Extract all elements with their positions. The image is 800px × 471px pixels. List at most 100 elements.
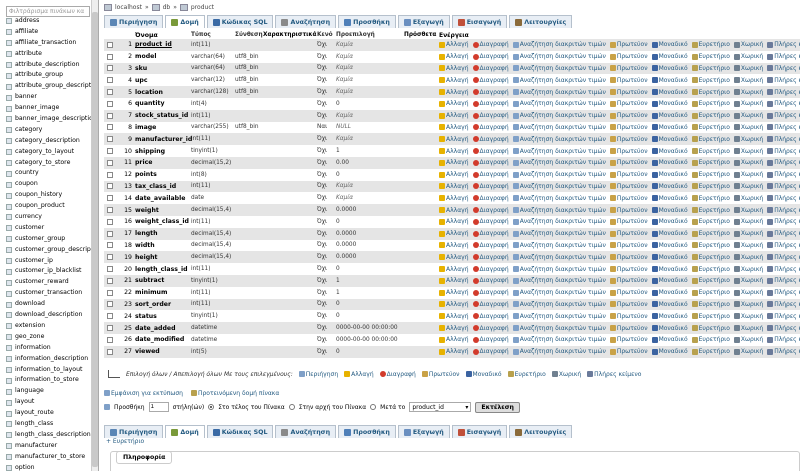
row-primary-button[interactable]: Πρωτεύον [609, 313, 648, 320]
row-primary-button[interactable]: Πρωτεύον [609, 289, 648, 296]
row-index-button[interactable]: Ευρετήριο [691, 218, 730, 225]
table-name[interactable]: customer [15, 223, 44, 234]
column-count-input[interactable] [148, 402, 169, 412]
table-icon[interactable] [6, 160, 12, 167]
row-spatial-button[interactable]: Χωρική [733, 41, 763, 48]
row-primary-button[interactable]: Πρωτεύον [609, 53, 648, 60]
sidebar-table-item[interactable]: layout_route [0, 408, 98, 419]
tab-1[interactable]: Δομή [165, 425, 205, 438]
row-browse-button[interactable]: Αναζήτηση διακριτών τιμών [512, 218, 606, 225]
row-fulltext-button[interactable]: Πλήρες κείμενο [767, 41, 800, 48]
row-spatial-button[interactable]: Χωρική [733, 159, 763, 166]
row-drop-button[interactable]: Διαγραφή [472, 53, 509, 60]
table-name[interactable]: layout_route [15, 408, 54, 419]
row-drop-button[interactable]: Διαγραφή [472, 112, 509, 119]
table-icon[interactable] [6, 236, 12, 243]
radio-at-end[interactable] [208, 404, 215, 410]
sidebar-table-item[interactable]: attribute_group_description [0, 81, 98, 92]
row-checkbox[interactable] [107, 124, 113, 131]
row-primary-button[interactable]: Πρωτεύον [609, 277, 648, 284]
row-fulltext-button[interactable]: Πλήρες κείμενο [767, 301, 800, 308]
sidebar-table-item[interactable]: information_description [0, 354, 98, 365]
table-name[interactable]: option [15, 463, 35, 471]
row-browse-button[interactable]: Αναζήτηση διακριτών τιμών [512, 266, 606, 273]
tab-0[interactable]: Περιήγηση [104, 15, 164, 28]
table-name[interactable]: country [15, 168, 39, 179]
sidebar-table-item[interactable]: category_description [0, 136, 98, 147]
row-fulltext-button[interactable]: Πλήρες κείμενο [767, 65, 800, 72]
row-drop-button[interactable]: Διαγραφή [472, 301, 509, 308]
row-drop-button[interactable]: Διαγραφή [472, 242, 509, 249]
row-fulltext-button[interactable]: Πλήρες κείμενο [767, 89, 800, 96]
row-edit-button[interactable]: Αλλαγή [439, 100, 469, 107]
row-spatial-button[interactable]: Χωρική [733, 53, 763, 60]
propose-structure-link[interactable]: Προτεινόμενη δομή πίνακα [190, 387, 279, 399]
tab-2[interactable]: Κώδικας SQL [206, 425, 274, 438]
table-icon[interactable] [6, 388, 12, 395]
sidebar-table-item[interactable]: customer_reward [0, 277, 98, 288]
table-icon[interactable] [6, 127, 12, 134]
row-edit-button[interactable]: Αλλαγή [439, 218, 469, 225]
sidebar-table-item[interactable]: attribute [0, 49, 98, 60]
row-spatial-button[interactable]: Χωρική [733, 124, 763, 131]
sidebar-table-item[interactable]: manufacturer_to_store [0, 452, 98, 463]
row-index-button[interactable]: Ευρετήριο [691, 348, 730, 355]
sidebar-table-item[interactable]: category_to_store [0, 158, 98, 169]
info-tab[interactable]: Πληροφορία [116, 451, 173, 464]
row-drop-button[interactable]: Διαγραφή [472, 100, 509, 107]
row-index-button[interactable]: Ευρετήριο [691, 136, 730, 143]
row-spatial-button[interactable]: Χωρική [733, 277, 763, 284]
row-edit-button[interactable]: Αλλαγή [439, 112, 469, 119]
row-unique-button[interactable]: Μοναδικό [651, 301, 688, 308]
row-spatial-button[interactable]: Χωρική [733, 207, 763, 214]
table-icon[interactable] [6, 225, 12, 232]
row-spatial-button[interactable]: Χωρική [733, 112, 763, 119]
row-index-button[interactable]: Ευρετήριο [691, 207, 730, 214]
sidebar-table-item[interactable]: category [0, 125, 98, 136]
row-edit-button[interactable]: Αλλαγή [439, 313, 469, 320]
tab-4[interactable]: Προσθήκη [338, 425, 396, 438]
row-drop-button[interactable]: Διαγραφή [472, 325, 509, 332]
row-checkbox[interactable] [107, 112, 113, 119]
row-index-button[interactable]: Ευρετήριο [691, 336, 730, 343]
row-edit-button[interactable]: Αλλαγή [439, 53, 469, 60]
index-link[interactable]: + Ευρετήριο [106, 438, 144, 445]
row-index-button[interactable]: Ευρετήριο [691, 289, 730, 296]
row-fulltext-button[interactable]: Πλήρες κείμενο [767, 159, 800, 166]
row-primary-button[interactable]: Πρωτεύον [609, 266, 648, 273]
row-checkbox[interactable] [107, 53, 113, 60]
row-index-button[interactable]: Ευρετήριο [691, 183, 730, 190]
row-checkbox[interactable] [107, 348, 113, 355]
row-checkbox[interactable] [107, 325, 113, 332]
table-name[interactable]: banner_image [15, 103, 59, 114]
row-spatial-button[interactable]: Χωρική [733, 325, 763, 332]
sidebar-table-item[interactable]: length_class [0, 419, 98, 430]
row-index-button[interactable]: Ευρετήριο [691, 195, 730, 202]
row-checkbox[interactable] [107, 266, 113, 273]
row-primary-button[interactable]: Πρωτεύον [609, 242, 648, 249]
row-primary-button[interactable]: Πρωτεύον [609, 100, 648, 107]
row-edit-button[interactable]: Αλλαγή [439, 242, 469, 249]
row-drop-button[interactable]: Διαγραφή [472, 159, 509, 166]
row-drop-button[interactable]: Διαγραφή [472, 89, 509, 96]
table-icon[interactable] [6, 334, 12, 341]
bulk-unique-button[interactable]: Μοναδικό [465, 371, 502, 378]
row-fulltext-button[interactable]: Πλήρες κείμενο [767, 242, 800, 249]
row-spatial-button[interactable]: Χωρική [733, 336, 763, 343]
row-edit-button[interactable]: Αλλαγή [439, 148, 469, 155]
row-drop-button[interactable]: Διαγραφή [472, 77, 509, 84]
row-browse-button[interactable]: Αναζήτηση διακριτών τιμών [512, 100, 606, 107]
row-primary-button[interactable]: Πρωτεύον [609, 336, 648, 343]
row-unique-button[interactable]: Μοναδικό [651, 230, 688, 237]
row-drop-button[interactable]: Διαγραφή [472, 336, 509, 343]
row-browse-button[interactable]: Αναζήτηση διακριτών τιμών [512, 77, 606, 84]
tab-3[interactable]: Αναζήτηση [275, 425, 337, 438]
row-browse-button[interactable]: Αναζήτηση διακριτών τιμών [512, 230, 606, 237]
row-checkbox[interactable] [107, 100, 113, 107]
table-icon[interactable] [6, 138, 12, 145]
row-checkbox[interactable] [107, 277, 113, 284]
row-spatial-button[interactable]: Χωρική [733, 148, 763, 155]
row-index-button[interactable]: Ευρετήριο [691, 100, 730, 107]
row-checkbox[interactable] [107, 230, 113, 237]
row-unique-button[interactable]: Μοναδικό [651, 207, 688, 214]
